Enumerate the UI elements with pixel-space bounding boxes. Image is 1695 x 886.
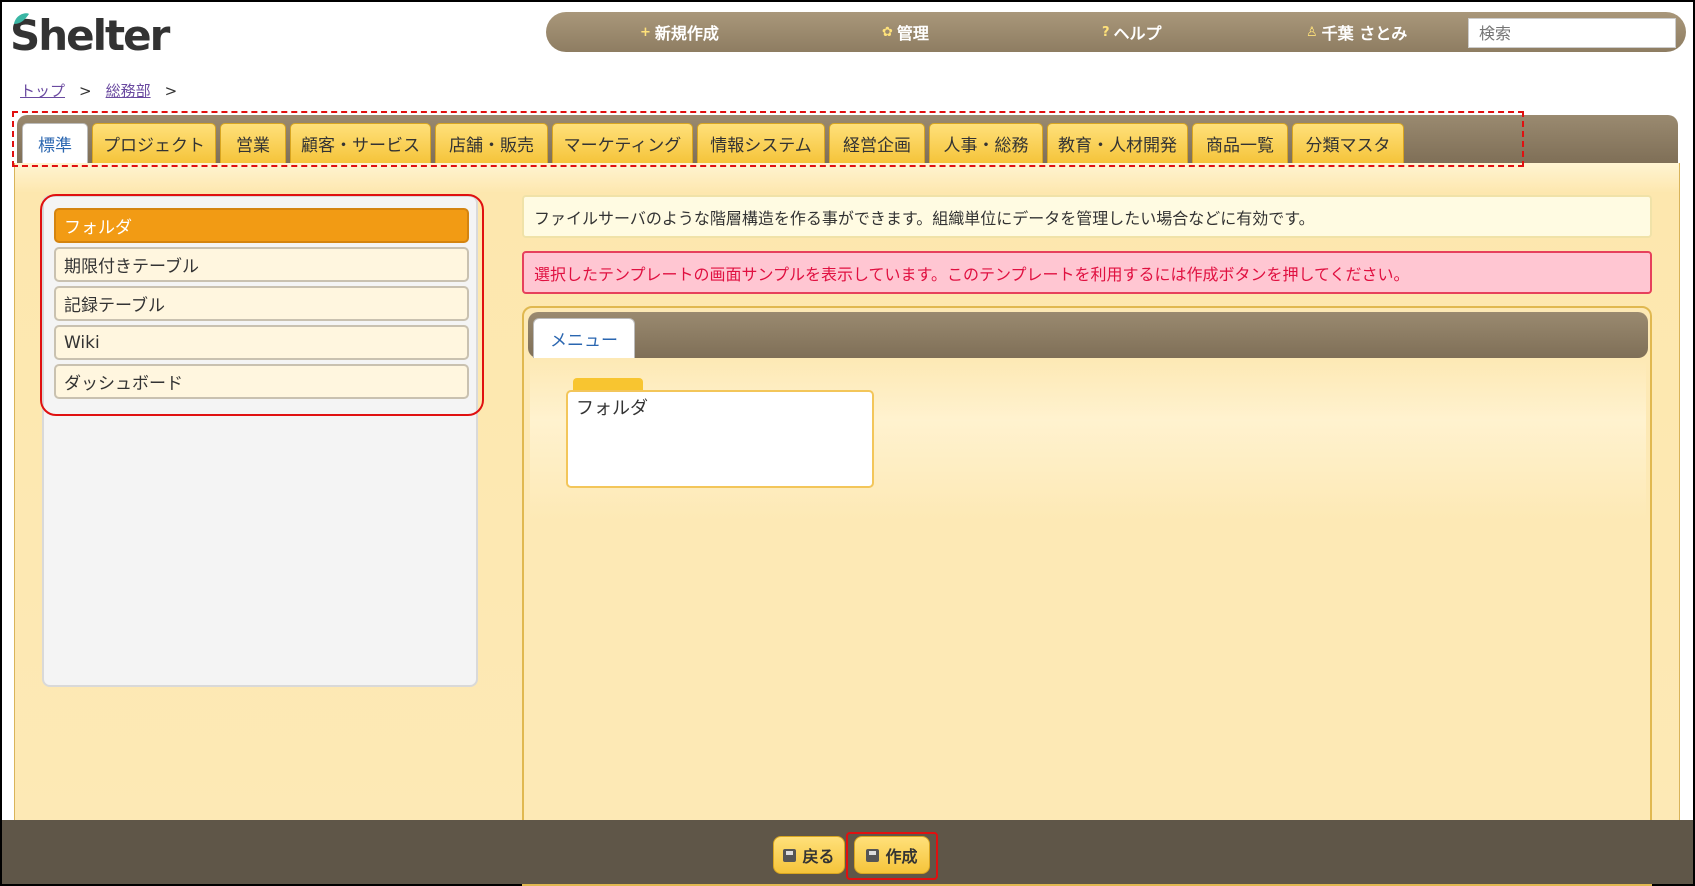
footer-bar [2, 820, 1693, 884]
user-name: 千葉 さとみ [1321, 24, 1408, 43]
tab-standard[interactable]: 標準 [22, 123, 88, 163]
template-deadline-table[interactable]: 期限付きテーブル [54, 247, 469, 282]
save-icon [783, 848, 797, 862]
admin-label: 管理 [896, 24, 929, 43]
tab-store-sales[interactable]: 店舗・販売 [435, 123, 548, 163]
top-nav: + 新規作成 ✿ 管理 ? ヘルプ ♙ 千葉 さとみ [546, 12, 1686, 52]
new-create-label: 新規作成 [654, 24, 719, 43]
create-button[interactable]: 作成 [854, 836, 930, 874]
logo-leaf-icon [14, 13, 29, 24]
tab-category-master[interactable]: 分類マスタ [1292, 123, 1404, 163]
breadcrumb: トップ > 総務部 > [20, 80, 177, 101]
new-create-link[interactable]: + 新規作成 [640, 12, 719, 52]
back-button[interactable]: 戻る [773, 836, 845, 874]
question-icon: ? [1102, 24, 1110, 40]
tab-project[interactable]: プロジェクト [92, 123, 216, 163]
breadcrumb-separator: > [79, 81, 92, 100]
create-label: 作成 [885, 847, 918, 866]
breadcrumb-top[interactable]: トップ [20, 80, 65, 101]
folder-tab-accent [573, 378, 643, 390]
tab-information-system[interactable]: 情報システム [697, 123, 825, 163]
preview-tab-bar [528, 312, 1648, 358]
tab-customer-service[interactable]: 顧客・サービス [290, 123, 431, 163]
alert-message: 選択したテンプレートの画面サンプルを表示しています。このテンプレートを利用するに… [522, 251, 1652, 294]
back-label: 戻る [802, 847, 835, 866]
template-dashboard[interactable]: ダッシュボード [54, 364, 469, 399]
template-wiki[interactable]: Wiki [54, 325, 469, 360]
folder-widget[interactable]: フォルダ [566, 390, 874, 488]
tab-menu[interactable]: メニュー [533, 318, 635, 358]
user-icon: ♙ [1306, 24, 1318, 40]
user-menu[interactable]: ♙ 千葉 さとみ [1306, 12, 1407, 52]
logo-text: Shelter [10, 11, 170, 60]
search-input[interactable] [1468, 18, 1676, 48]
tab-education-hr-development[interactable]: 教育・人材開発 [1047, 123, 1188, 163]
tab-marketing[interactable]: マーケティング [552, 123, 693, 163]
admin-link[interactable]: ✿ 管理 [882, 12, 929, 52]
plus-icon: + [640, 24, 651, 40]
tab-product-list[interactable]: 商品一覧 [1192, 123, 1288, 163]
template-folder[interactable]: フォルダ [54, 208, 469, 243]
help-label: ヘルプ [1113, 24, 1162, 43]
tab-sales[interactable]: 営業 [220, 123, 286, 163]
breadcrumb-separator: > [164, 81, 178, 100]
help-link[interactable]: ? ヘルプ [1102, 12, 1162, 52]
category-tab-bar: 標準 プロジェクト 営業 顧客・サービス 店舗・販売 マーケティング 情報システ… [17, 115, 1678, 163]
gear-icon: ✿ [882, 24, 893, 40]
tab-hr-general-affairs[interactable]: 人事・総務 [929, 123, 1043, 163]
tab-corporate-planning[interactable]: 経営企画 [829, 123, 925, 163]
template-record-table[interactable]: 記録テーブル [54, 286, 469, 321]
template-list: フォルダ 期限付きテーブル 記録テーブル Wiki ダッシュボード [54, 208, 469, 399]
logo[interactable]: Shelter [10, 10, 170, 62]
breadcrumb-dept[interactable]: 総務部 [106, 80, 151, 101]
info-message: ファイルサーバのような階層構造を作る事ができます。組織単位にデータを管理したい場… [522, 195, 1652, 238]
folder-widget-title: フォルダ [576, 398, 648, 419]
save-icon [866, 848, 880, 862]
